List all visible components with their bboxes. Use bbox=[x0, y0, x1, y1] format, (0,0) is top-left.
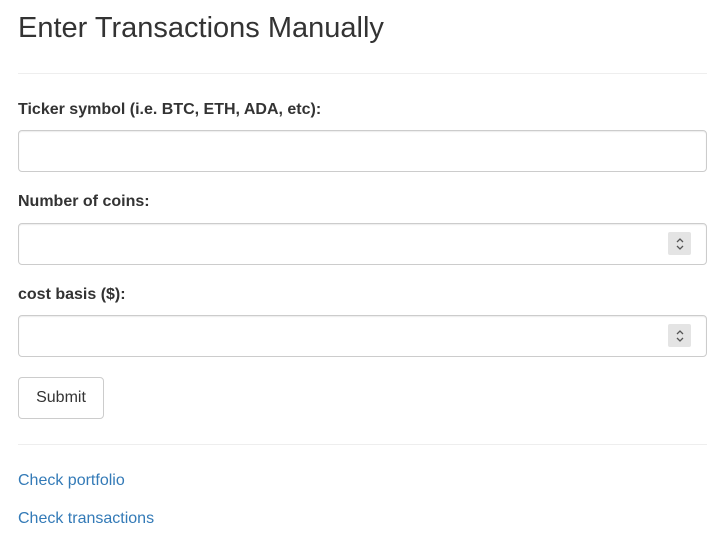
divider-top bbox=[18, 73, 707, 74]
submit-button[interactable]: Submit bbox=[18, 377, 104, 419]
spinner-up-icon[interactable] bbox=[675, 237, 685, 244]
spinner-up-icon[interactable] bbox=[675, 329, 685, 336]
page-title: Enter Transactions Manually bbox=[18, 12, 384, 44]
ticker-label: Ticker symbol (i.e. BTC, ETH, ADA, etc): bbox=[18, 101, 322, 118]
divider-bottom bbox=[18, 444, 707, 445]
cost-basis-input[interactable] bbox=[18, 315, 707, 357]
spinner-down-icon[interactable] bbox=[675, 336, 685, 343]
ticker-input[interactable] bbox=[18, 130, 707, 172]
cost-basis-spinner-icon[interactable] bbox=[668, 324, 691, 347]
coins-spinner-icon[interactable] bbox=[668, 232, 691, 255]
cost-basis-label: cost basis ($): bbox=[18, 286, 126, 303]
check-portfolio-link[interactable]: Check portfolio bbox=[18, 470, 125, 492]
check-transactions-link[interactable]: Check transactions bbox=[18, 508, 154, 530]
spinner-down-icon[interactable] bbox=[675, 244, 685, 251]
coins-label: Number of coins: bbox=[18, 193, 150, 210]
coins-input[interactable] bbox=[18, 223, 707, 265]
cost-basis-field bbox=[18, 315, 707, 357]
coins-field bbox=[18, 223, 707, 265]
